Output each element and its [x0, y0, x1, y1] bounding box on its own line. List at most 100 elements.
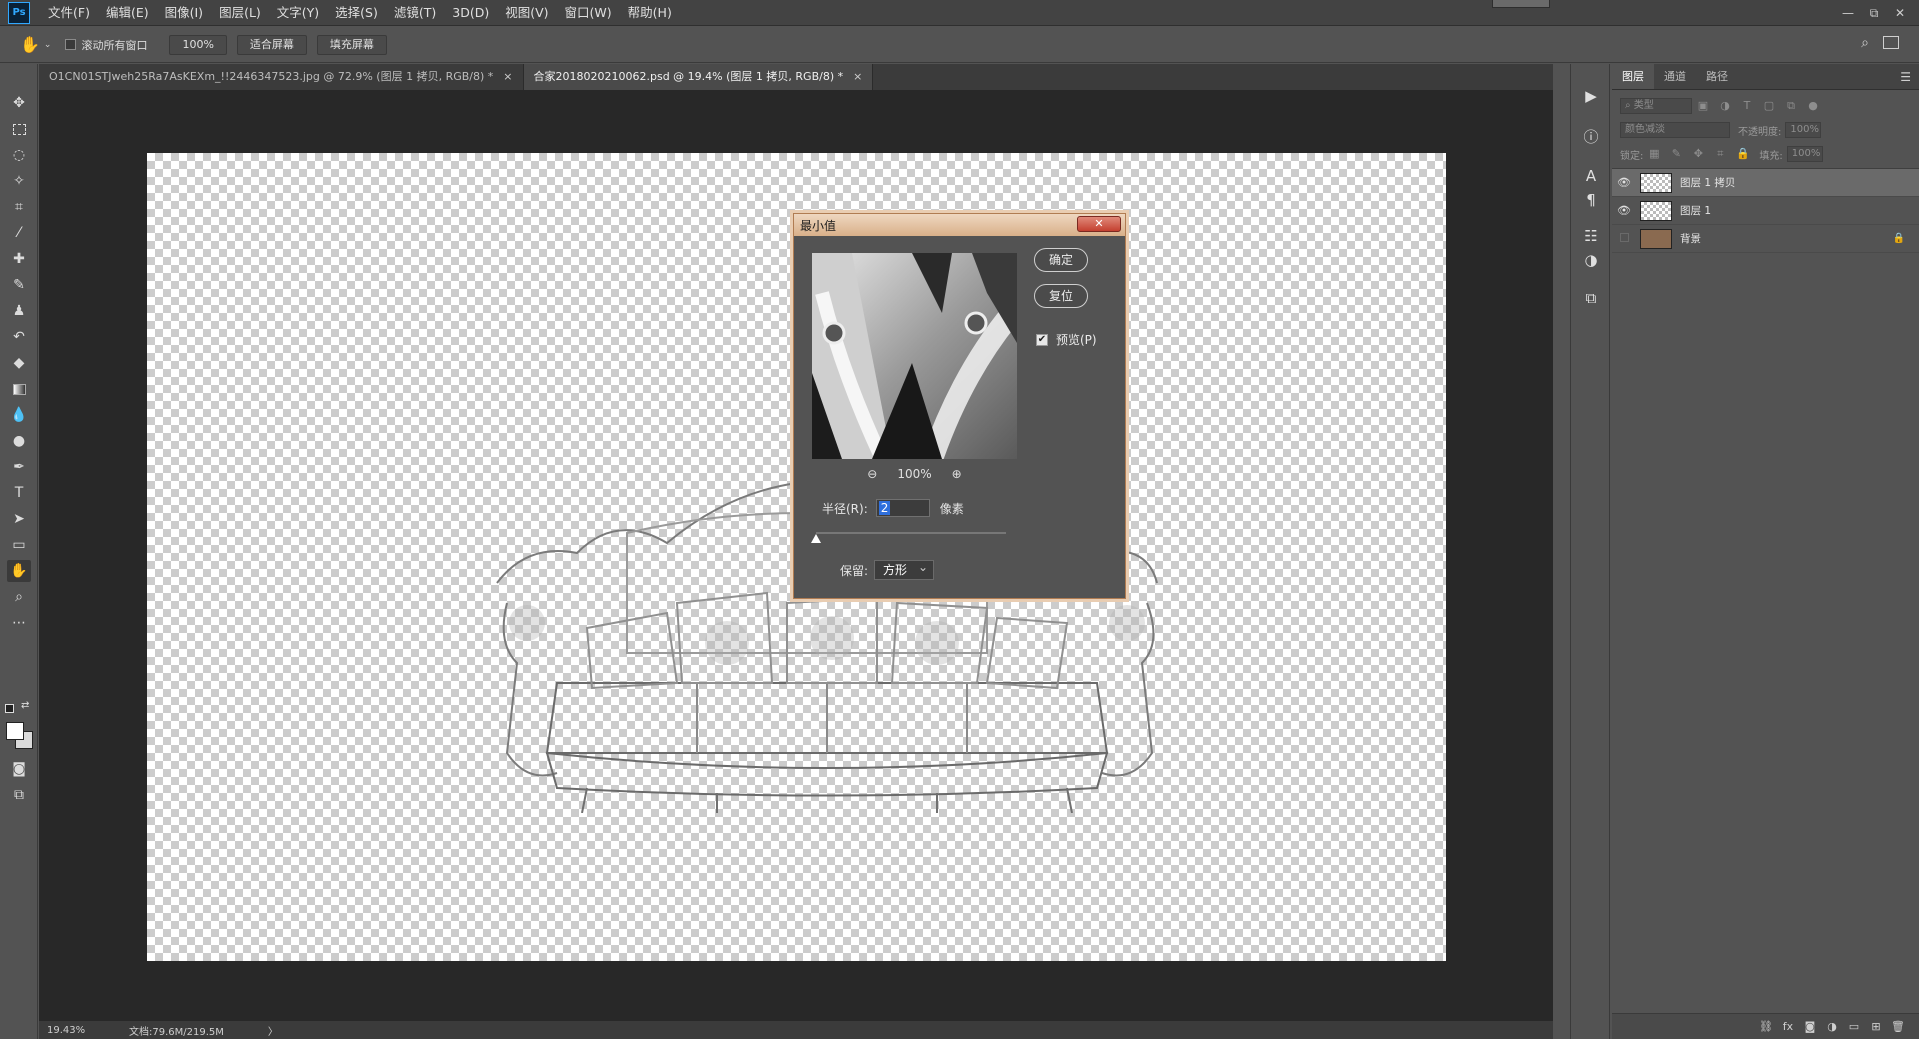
- slider-handle[interactable]: [811, 534, 821, 543]
- lock-artboard-icon[interactable]: ⌗: [1714, 148, 1726, 160]
- lock-all-icon[interactable]: 🔒: [1736, 148, 1750, 160]
- fill-field[interactable]: 100%: [1786, 146, 1823, 162]
- brush-tool-icon[interactable]: ✎: [7, 274, 31, 296]
- tab-document-2[interactable]: 合家2018020210062.psd @ 19.4% (图层 1 拷贝, RG…: [523, 64, 874, 90]
- lock-position-icon[interactable]: ✥: [1692, 148, 1704, 160]
- smart-object-filter-icon[interactable]: ⧉: [1785, 100, 1797, 112]
- layer-row[interactable]: 👁 图层 1 拷贝: [1612, 169, 1919, 197]
- layer-name[interactable]: 图层 1 拷贝: [1680, 175, 1735, 190]
- menu-edit[interactable]: 编辑(E): [98, 0, 157, 26]
- lock-pixels-icon[interactable]: ✎: [1670, 148, 1682, 160]
- menu-filter[interactable]: 滤镜(T): [386, 0, 444, 26]
- mask-icon[interactable]: ◙: [1799, 1020, 1821, 1033]
- paragraph-icon[interactable]: ¶: [1579, 188, 1603, 212]
- panel-menu-icon[interactable]: ☰: [1900, 70, 1911, 84]
- eye-icon[interactable]: 👁: [1612, 176, 1636, 189]
- default-colors-icon[interactable]: [5, 704, 14, 713]
- screen-mode-icon[interactable]: ⧉: [7, 784, 31, 806]
- search-icon[interactable]: ⌕: [1861, 35, 1869, 51]
- lock-transparent-icon[interactable]: ▦: [1648, 148, 1660, 160]
- layer-row[interactable]: 背景 🔒: [1612, 225, 1919, 253]
- play-icon[interactable]: ▶: [1579, 84, 1603, 108]
- zoom-100-button[interactable]: 100%: [169, 34, 227, 55]
- more-tools-icon[interactable]: ⋯: [7, 612, 31, 634]
- menu-3d[interactable]: 3D(D): [444, 0, 497, 26]
- menu-window[interactable]: 窗口(W): [557, 0, 620, 26]
- radius-input[interactable]: 2: [875, 499, 930, 517]
- keep-select[interactable]: 方形: [874, 558, 935, 580]
- foreground-color-swatch[interactable]: [6, 722, 24, 740]
- folder-icon[interactable]: ▭: [1843, 1020, 1865, 1033]
- move-tool-icon[interactable]: ✥: [7, 92, 31, 114]
- tab-paths[interactable]: 路径: [1696, 64, 1738, 89]
- tab-layers[interactable]: 图层: [1612, 64, 1654, 89]
- hand-tool-icon[interactable]: ✋: [7, 560, 31, 582]
- trash-icon[interactable]: 🗑: [1887, 1020, 1909, 1033]
- quick-mask-icon[interactable]: ◙: [7, 758, 31, 780]
- zoom-tool-icon[interactable]: ⌕: [7, 586, 31, 608]
- fill-screen-button[interactable]: 填充屏幕: [316, 34, 387, 55]
- minimize-button[interactable]: —: [1835, 6, 1861, 20]
- properties-icon[interactable]: ☷: [1579, 224, 1603, 248]
- path-selection-tool-icon[interactable]: ➤: [7, 508, 31, 530]
- info-icon[interactable]: ⓘ: [1579, 124, 1603, 148]
- chevron-down-icon[interactable]: ⌄: [44, 40, 52, 50]
- link-icon[interactable]: ⛓: [1755, 1020, 1777, 1033]
- eyedropper-tool-icon[interactable]: ⁄: [7, 222, 31, 244]
- fit-screen-button[interactable]: 适合屏幕: [236, 34, 307, 55]
- swap-colors-icon[interactable]: ⇄: [21, 700, 29, 711]
- gradient-tool-icon[interactable]: [7, 378, 31, 400]
- type-filter-icon[interactable]: T: [1741, 100, 1753, 112]
- dialog-close-button[interactable]: ✕: [1077, 216, 1121, 232]
- crop-tool-icon[interactable]: ⌗: [7, 196, 31, 218]
- type-tool-icon[interactable]: T: [7, 482, 31, 504]
- menu-image[interactable]: 图像(I): [157, 0, 211, 26]
- menu-type[interactable]: 文字(Y): [269, 0, 327, 26]
- opacity-field[interactable]: 100%: [1785, 122, 1822, 138]
- menu-layer[interactable]: 图层(L): [211, 0, 269, 26]
- blend-mode-select[interactable]: 颜色减淡: [1620, 122, 1730, 138]
- character-icon[interactable]: A: [1579, 164, 1603, 188]
- new-layer-icon[interactable]: ⊞: [1865, 1020, 1887, 1033]
- zoom-in-icon[interactable]: ⊕: [952, 467, 962, 481]
- workspace-switcher[interactable]: [1492, 0, 1550, 8]
- visibility-toggle[interactable]: [1612, 232, 1636, 245]
- layer-name[interactable]: 图层 1: [1680, 203, 1711, 218]
- dialog-title-bar[interactable]: 最小值 ✕: [794, 214, 1125, 236]
- close-icon[interactable]: ×: [503, 70, 512, 83]
- radius-slider[interactable]: [811, 532, 1006, 543]
- preview-checkbox[interactable]: ✔ 预览(P): [1036, 331, 1097, 348]
- close-window-button[interactable]: ✕: [1887, 6, 1913, 20]
- close-icon[interactable]: ×: [853, 70, 862, 83]
- zoom-out-icon[interactable]: ⊖: [867, 467, 877, 481]
- libraries-icon[interactable]: ⧉: [1579, 286, 1603, 310]
- blur-tool-icon[interactable]: 💧: [7, 404, 31, 426]
- dodge-tool-icon[interactable]: ●: [7, 430, 31, 452]
- checkmark-icon[interactable]: ✔: [1036, 333, 1048, 346]
- magic-wand-tool-icon[interactable]: ✧: [7, 170, 31, 192]
- filter-preview[interactable]: [812, 253, 1017, 459]
- adjustments-icon[interactable]: ◑: [1579, 248, 1603, 272]
- filter-toggle-icon[interactable]: ●: [1807, 100, 1819, 112]
- restore-button[interactable]: ⧉: [1861, 6, 1887, 21]
- shape-filter-icon[interactable]: ▢: [1763, 100, 1775, 112]
- rectangle-tool-icon[interactable]: ▭: [7, 534, 31, 556]
- layer-name[interactable]: 背景: [1680, 231, 1701, 246]
- scroll-all-checkbox[interactable]: [65, 39, 77, 50]
- tab-document-1[interactable]: O1CN01STJweh25Ra7AsKEXm_!!2446347523.jpg…: [39, 64, 524, 90]
- healing-brush-tool-icon[interactable]: ✚: [7, 248, 31, 270]
- adjustment-filter-icon[interactable]: ◑: [1719, 100, 1731, 112]
- clone-stamp-tool-icon[interactable]: ♟: [7, 300, 31, 322]
- menu-select[interactable]: 选择(S): [327, 0, 386, 26]
- fx-icon[interactable]: fx: [1777, 1020, 1799, 1033]
- menu-view[interactable]: 视图(V): [497, 0, 556, 26]
- hand-icon[interactable]: ✋: [20, 35, 40, 54]
- menu-help[interactable]: 帮助(H): [620, 0, 680, 26]
- marquee-tool-icon[interactable]: [7, 118, 31, 140]
- image-filter-icon[interactable]: ▣: [1697, 100, 1709, 112]
- status-zoom[interactable]: 19.43%: [39, 1025, 109, 1036]
- lasso-tool-icon[interactable]: ◌: [7, 144, 31, 166]
- workspace-icon[interactable]: [1883, 36, 1899, 49]
- menu-file[interactable]: 文件(F): [40, 0, 98, 26]
- scroll-all-windows[interactable]: 滚动所有窗口: [65, 37, 147, 53]
